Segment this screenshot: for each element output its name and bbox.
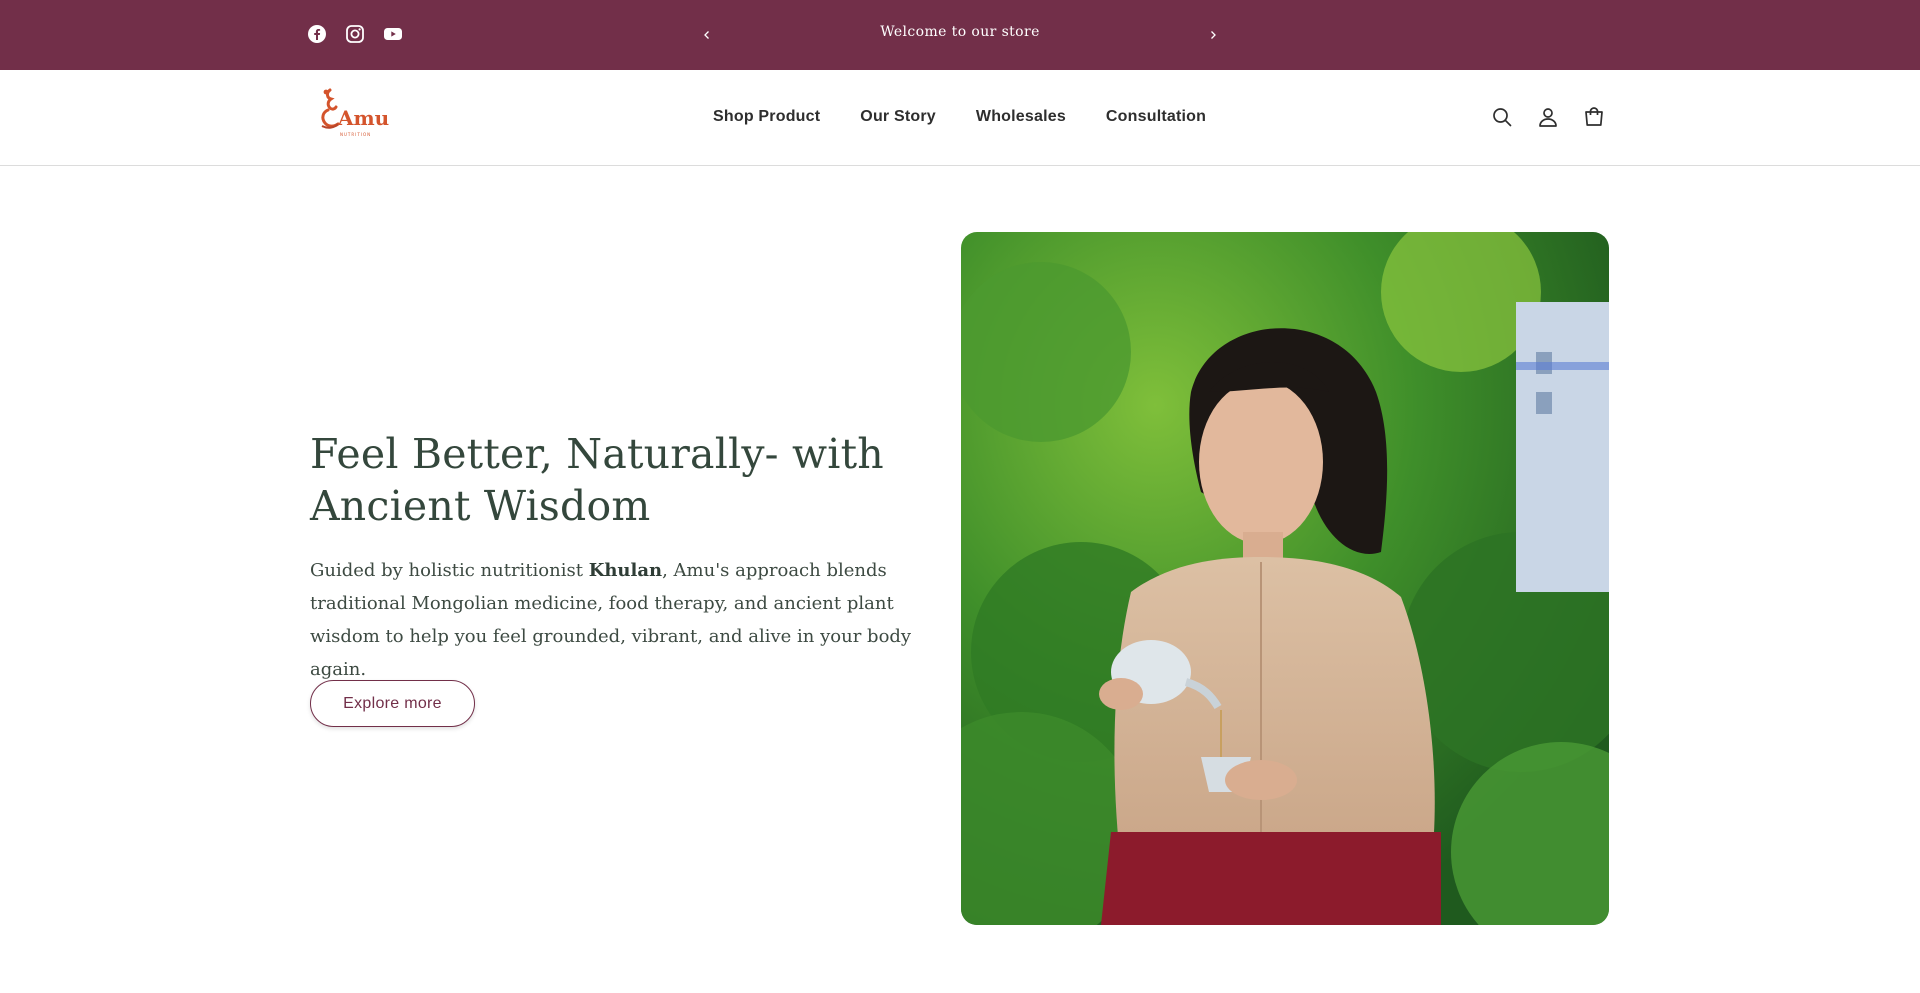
header-icons <box>1490 105 1606 129</box>
announcement-next-button[interactable] <box>1200 22 1226 48</box>
chevron-right-icon <box>1211 31 1216 39</box>
announcement-prev-button[interactable] <box>694 22 720 48</box>
nav-shop-product[interactable]: Shop Product <box>713 108 820 126</box>
hero-image <box>961 232 1609 925</box>
announcement-bar: Welcome to our store <box>0 0 1920 70</box>
logo-subtext: NUTRITION <box>340 132 372 137</box>
youtube-icon[interactable] <box>383 24 403 44</box>
explore-more-button[interactable]: Explore more <box>310 680 475 727</box>
hero-desc-prefix: Guided by holistic nutritionist <box>310 560 589 581</box>
nav-wholesales[interactable]: Wholesales <box>976 108 1066 126</box>
nav-consultation[interactable]: Consultation <box>1106 108 1206 126</box>
lower-section-text-clipped <box>975 985 1595 993</box>
instagram-icon[interactable] <box>345 24 365 44</box>
announcement-text: Welcome to our store <box>880 24 1040 40</box>
site-header: Amu NUTRITION Shop Product Our Story Who… <box>0 70 1920 166</box>
cart-icon[interactable] <box>1582 105 1606 129</box>
social-links <box>307 24 403 44</box>
account-icon[interactable] <box>1536 105 1560 129</box>
hero-description: Guided by holistic nutritionist Khulan, … <box>310 554 950 686</box>
nav-our-story[interactable]: Our Story <box>860 108 936 126</box>
chevron-left-icon <box>704 31 709 39</box>
search-icon[interactable] <box>1490 105 1514 129</box>
hero-desc-name: Khulan <box>588 560 663 581</box>
facebook-icon[interactable] <box>307 24 327 44</box>
hero-title: Feel Better, Naturally- with Ancient Wis… <box>310 430 884 530</box>
main-nav: Shop Product Our Story Wholesales Consul… <box>713 108 1206 126</box>
logo-text[interactable]: Amu <box>338 106 389 130</box>
